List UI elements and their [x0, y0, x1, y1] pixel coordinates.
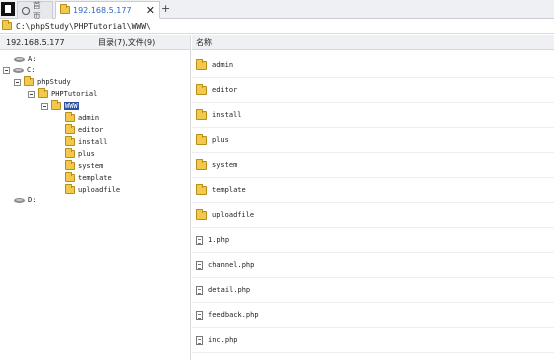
folder-icon — [65, 112, 75, 122]
folder-icon — [65, 184, 75, 194]
collapse-icon[interactable] — [14, 78, 21, 86]
tree-drive-d[interactable]: D: — [14, 194, 36, 206]
tree-item-label: A: — [28, 55, 37, 63]
list-item-file[interactable]: feedback.php — [192, 303, 554, 328]
tab-home[interactable]: 首页 — [17, 1, 53, 21]
list-item-label: plus — [212, 136, 229, 144]
list-item-folder[interactable]: plus — [192, 128, 554, 153]
tree-drive-c[interactable]: C: — [3, 64, 35, 76]
list-item-folder[interactable]: system — [192, 153, 554, 178]
php-file-icon — [196, 260, 203, 270]
folder-icon — [196, 158, 207, 170]
collapse-icon[interactable] — [28, 90, 35, 98]
folder-icon — [38, 88, 48, 98]
folder-icon — [65, 160, 75, 170]
tree-item-label: admin — [78, 114, 100, 122]
home-icon — [22, 6, 30, 15]
tab-bar: 首页 192.168.5.177 ✕ + — [0, 0, 554, 21]
list-item-label: editor — [212, 86, 238, 94]
folder-icon — [51, 100, 61, 110]
collapse-icon[interactable] — [3, 66, 10, 74]
list-item-folder[interactable]: install — [192, 103, 554, 128]
tree-item-label: PHPTutorial — [51, 90, 98, 98]
list-item-file[interactable]: inc.php — [192, 328, 554, 353]
tree-item-www[interactable]: WWW — [41, 100, 79, 112]
close-tab-icon[interactable]: ✕ — [146, 5, 155, 16]
tree-item-uploadfile[interactable]: uploadfile — [65, 184, 120, 196]
tree-item-label: plus — [78, 150, 95, 158]
file-list: admin editor install plus system templat… — [192, 50, 554, 360]
tree-item-install[interactable]: install — [65, 136, 108, 148]
tree-item-label: editor — [78, 126, 104, 134]
list-item-folder[interactable]: editor — [192, 78, 554, 103]
list-item-file[interactable]: channel.php — [192, 253, 554, 278]
tab-remote-label: 192.168.5.177 — [73, 5, 132, 15]
name-column-label: 名称 — [196, 37, 212, 47]
php-file-icon — [196, 235, 203, 245]
tree-item-plus[interactable]: plus — [65, 148, 95, 160]
folder-icon — [65, 124, 75, 134]
drive-icon — [14, 56, 25, 62]
list-item-label: admin — [212, 61, 234, 69]
tree-item-label: uploadfile — [78, 186, 121, 194]
folder-icon — [60, 4, 70, 14]
tree-item-admin[interactable]: admin — [65, 112, 99, 124]
folder-icon — [196, 133, 207, 145]
current-path: C:\phpStudy\PHPTutorial\WWW\ — [16, 21, 151, 31]
tree-item-editor[interactable]: editor — [65, 124, 103, 136]
tree-item-label: C: — [27, 66, 36, 74]
folder-icon — [65, 172, 75, 182]
tree-item-phptutorial[interactable]: PHPTutorial — [28, 88, 97, 100]
list-item-label: 1.php — [208, 236, 230, 244]
list-item-label: uploadfile — [212, 211, 255, 219]
tree-item-phpstudy[interactable]: phpStudy — [14, 76, 71, 88]
php-file-icon — [196, 285, 203, 295]
php-file-icon — [196, 335, 203, 345]
list-item-file[interactable]: 1.php — [192, 228, 554, 253]
folder-icon — [65, 148, 75, 158]
list-item-label: detail.php — [208, 286, 251, 294]
tree-item-label: phpStudy — [37, 78, 71, 86]
directory-tree: A: C: phpStudy PHPTutorial WWW admin edi… — [0, 50, 191, 360]
collapse-icon[interactable] — [41, 102, 48, 110]
folder-icon — [65, 136, 75, 146]
tree-item-label: D: — [28, 196, 37, 204]
drive-icon — [13, 67, 24, 73]
directory-summary: 目录(7),文件(9) — [98, 37, 156, 47]
tree-header: 192.168.5.177 目录(7),文件(9) — [0, 35, 191, 50]
drive-icon — [14, 197, 25, 203]
folder-icon — [24, 76, 34, 86]
list-item-file[interactable]: detail.php — [192, 278, 554, 303]
tree-item-system[interactable]: system — [65, 160, 103, 172]
list-item-label: system — [212, 161, 238, 169]
tree-item-template[interactable]: template — [65, 172, 112, 184]
folder-icon — [196, 83, 207, 95]
add-tab-icon[interactable]: + — [161, 2, 170, 15]
list-item-label: channel.php — [208, 261, 255, 269]
list-item-label: install — [212, 111, 242, 119]
tab-remote-host[interactable]: 192.168.5.177 ✕ — [55, 1, 160, 19]
list-item-folder[interactable]: admin — [192, 53, 554, 78]
list-item-label: template — [212, 186, 246, 194]
app-logo-icon — [1, 2, 15, 16]
php-file-icon — [196, 310, 203, 320]
folder-icon — [196, 58, 207, 70]
list-item-folder[interactable]: uploadfile — [192, 203, 554, 228]
tree-item-label: system — [78, 162, 104, 170]
folder-icon — [196, 108, 207, 120]
folder-icon — [196, 183, 207, 195]
folder-icon — [2, 20, 12, 30]
host-label: 192.168.5.177 — [6, 37, 65, 47]
folder-icon — [196, 208, 207, 220]
list-item-label: inc.php — [208, 336, 238, 344]
name-column-header[interactable]: 名称 — [192, 35, 554, 50]
list-item-label: feedback.php — [208, 311, 259, 319]
tree-item-label-selected: WWW — [64, 102, 79, 110]
tree-item-label: install — [78, 138, 108, 146]
list-item-folder[interactable]: template — [192, 178, 554, 203]
path-bar[interactable]: C:\phpStudy\PHPTutorial\WWW\ — [0, 19, 554, 34]
tree-item-label: template — [78, 174, 112, 182]
